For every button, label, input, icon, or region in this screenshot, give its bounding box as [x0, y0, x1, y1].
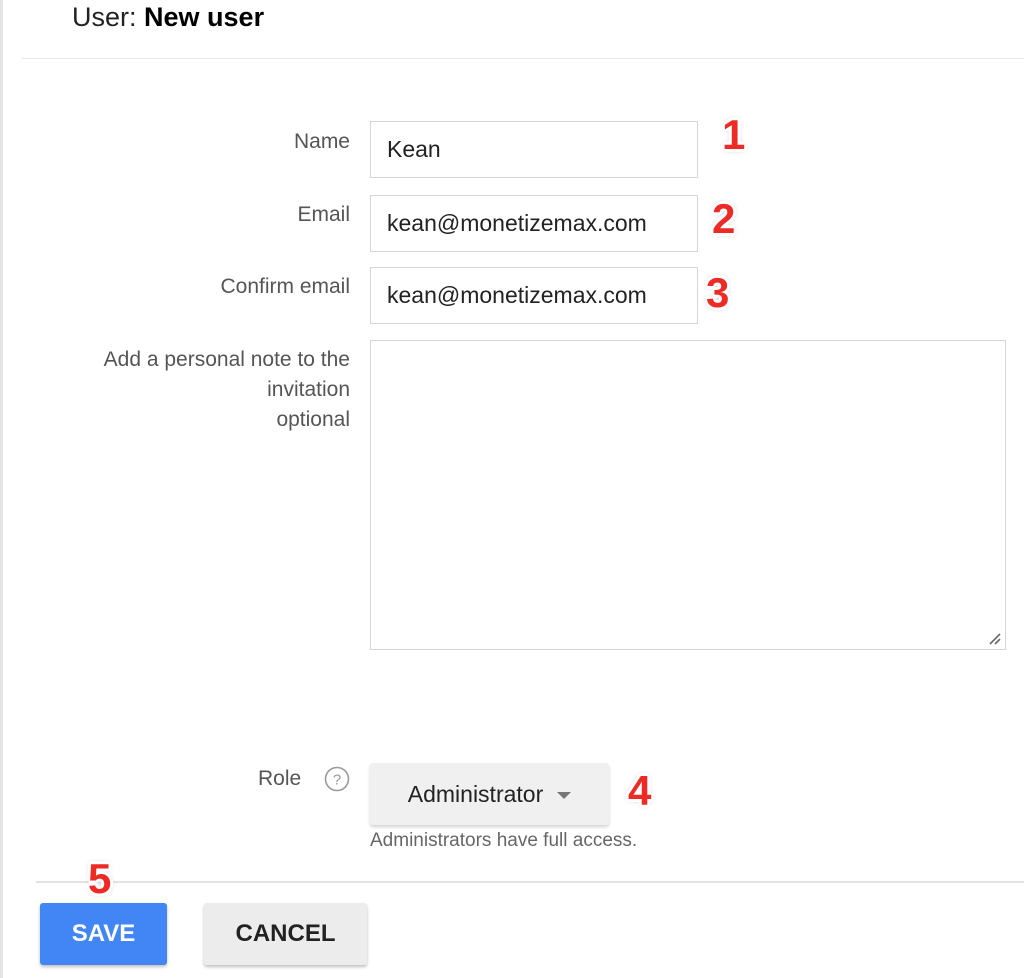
save-button[interactable]: SAVE	[40, 903, 167, 965]
annotation-5: 5	[88, 855, 112, 902]
personal-note-textarea[interactable]	[370, 340, 1006, 650]
annotation-2: 2	[712, 195, 736, 242]
resize-handle-icon[interactable]	[988, 632, 1002, 646]
cancel-button[interactable]: CANCEL	[204, 903, 367, 965]
chevron-down-icon	[557, 791, 572, 799]
page-title: User: New user	[72, 2, 264, 33]
note-label-line2: invitation	[267, 378, 350, 401]
confirm-email-label: Confirm email	[220, 275, 350, 298]
annotation-3: 3	[706, 269, 730, 316]
left-border	[0, 0, 3, 978]
header-divider	[22, 58, 1024, 59]
role-dropdown[interactable]: Administrator	[370, 763, 609, 825]
role-label: Role	[258, 767, 302, 790]
footer-divider	[36, 881, 1024, 883]
question-circle-icon[interactable]: ?	[323, 765, 351, 793]
annotation-1: 1	[722, 111, 746, 158]
email-input[interactable]: kean@monetizemax.com	[370, 195, 698, 252]
page-title-main: New user	[144, 2, 265, 32]
name-label: Name	[293, 130, 350, 153]
note-label-line1: Add a personal note to the	[103, 348, 350, 371]
page-title-prefix: User:	[72, 2, 137, 32]
note-label: Add a personal note to the invitation op…	[104, 345, 350, 435]
email-label: Email	[297, 203, 350, 226]
optional-label: optional	[276, 408, 350, 431]
role-selected-value: Administrator	[407, 780, 544, 807]
role-hint: Administrators have full access.	[370, 830, 638, 851]
name-input[interactable]: Kean	[370, 121, 698, 178]
svg-text:?: ?	[333, 772, 341, 789]
confirm-email-input[interactable]: kean@monetizemax.com	[370, 267, 698, 324]
annotation-4: 4	[628, 767, 652, 814]
